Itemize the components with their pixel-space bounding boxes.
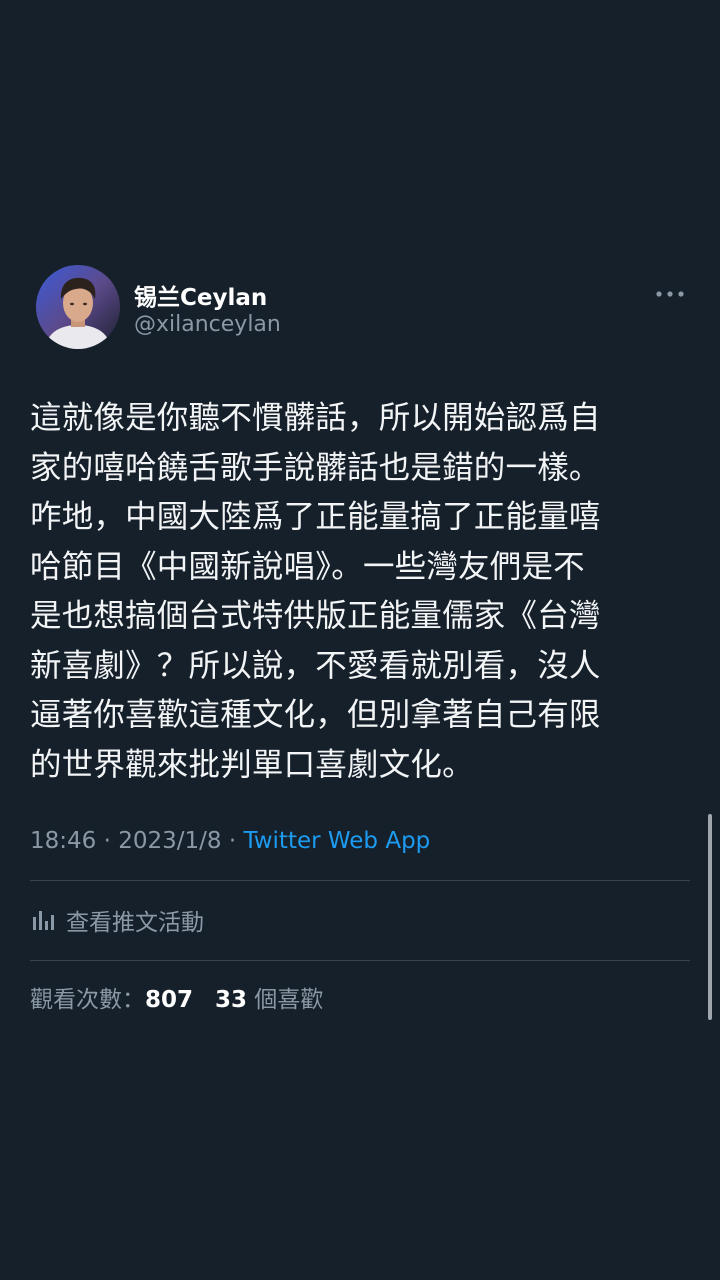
- avatar[interactable]: [36, 265, 120, 349]
- meta-separator: ·: [228, 828, 237, 854]
- tweet-text-line: 新喜劇》？所以說，不愛看就別看，沒人: [30, 647, 601, 684]
- author-handle[interactable]: @xilanceylan: [134, 312, 281, 337]
- tweet-text-line: 咋地，中國大陸爲了正能量搞了正能量嘻: [30, 499, 601, 535]
- divider: [30, 880, 690, 881]
- more-options-button[interactable]: [650, 280, 690, 308]
- tweet-stats: 觀看次數：807 33 個喜歡: [30, 980, 323, 1014]
- avatar-image: [36, 265, 120, 349]
- more-dots-icon: [656, 291, 684, 297]
- author-display-name[interactable]: 锡兰Ceylan: [134, 278, 267, 312]
- likes-count[interactable]: 33: [215, 987, 247, 1013]
- tweet-text-line: 這就像是你聽不慣髒話，所以開始認爲自: [30, 400, 601, 436]
- tweet-source-link[interactable]: Twitter Web App: [243, 828, 430, 854]
- tweet-text: 這就像是你聽不慣髒話，所以開始認爲自 家的嘻哈饒舌歌手說髒話也是錯的一樣。 咋地…: [30, 394, 692, 790]
- views-label: 觀看次數：: [30, 987, 145, 1013]
- analytics-icon: [33, 911, 54, 930]
- tweet-time[interactable]: 18:46: [30, 828, 96, 854]
- scrollbar[interactable]: [708, 814, 712, 1020]
- view-tweet-activity-button[interactable]: 查看推文活動: [30, 902, 204, 938]
- tweet-text-line: 逼著你喜歡這種文化，但別拿著自己有限: [30, 697, 601, 733]
- view-tweet-activity-label: 查看推文活動: [66, 910, 204, 936]
- tweet-text-line: 是也想搞個台式特供版正能量儒家《台灣: [30, 598, 601, 634]
- tweet-text-line: 家的嘻哈饒舌歌手說髒話也是錯的一樣。: [30, 449, 601, 486]
- tweet-metadata: 18:46 · 2023/1/8 · Twitter Web App: [30, 828, 430, 854]
- likes-label[interactable]: 個喜歡: [254, 987, 323, 1013]
- tweet-header: 锡兰Ceylan @xilanceylan: [30, 262, 690, 354]
- tweet-text-line: 的世界觀來批判單口喜劇文化。: [30, 746, 474, 783]
- divider: [30, 960, 690, 961]
- tweet-detail: 锡兰Ceylan @xilanceylan 這就像是你聽不慣髒話，所以開始認爲自…: [30, 262, 690, 1013]
- tweet-date[interactable]: 2023/1/8: [118, 828, 221, 854]
- meta-separator: ·: [103, 828, 111, 854]
- views-count: 807: [145, 987, 194, 1013]
- tweet-text-line: 哈節目《中國新說唱》。一些灣友們是不: [30, 548, 585, 585]
